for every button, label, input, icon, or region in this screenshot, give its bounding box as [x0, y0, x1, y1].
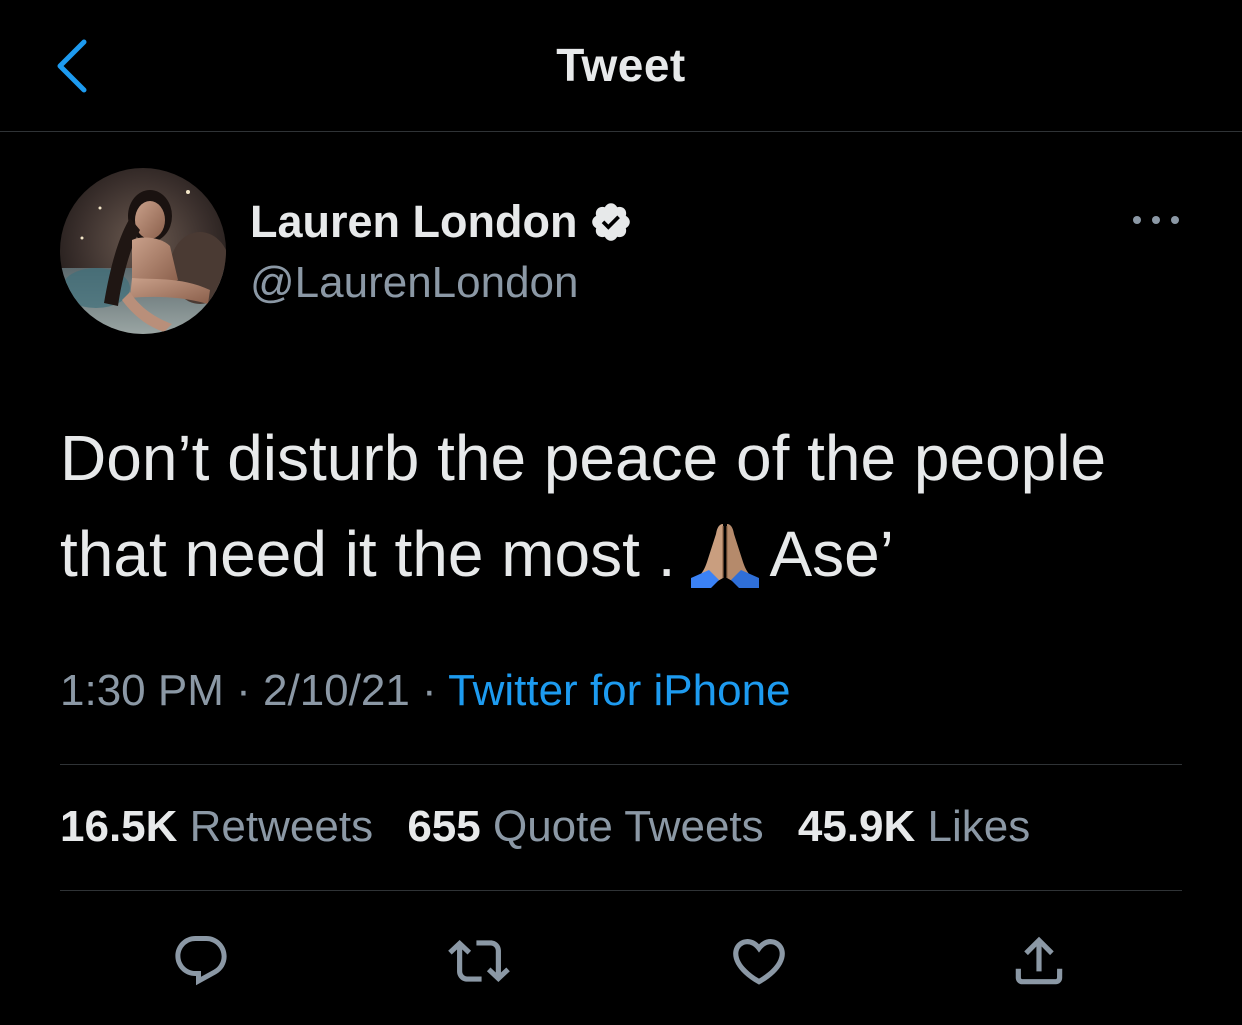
retweets-label: Retweets [189, 802, 374, 851]
avatar-photo [60, 168, 226, 334]
quote-tweets-label: Quote Tweets [492, 802, 764, 851]
folded-hands-emoji [691, 524, 760, 588]
retweet-icon [448, 940, 510, 982]
tweet-text: Don’t disturb the peace of the people th… [60, 410, 1190, 602]
retweets-count: 16.5K [60, 802, 178, 851]
top-navigation-bar: Tweet [0, 0, 1242, 132]
avatar[interactable] [60, 168, 226, 334]
meta-separator: · [422, 666, 437, 715]
likes-stat[interactable]: 45.9K Likes [798, 802, 1030, 852]
more-options-button[interactable] [1126, 202, 1186, 238]
reply-icon [175, 936, 227, 986]
retweets-stat[interactable]: 16.5K Retweets [60, 802, 373, 852]
likes-label: Likes [927, 802, 1031, 851]
tweet-stats: 16.5K Retweets 655 Quote Tweets 45.9K Li… [60, 802, 1052, 852]
tweet-text-line-2-start: that need it the most . [60, 518, 676, 590]
quote-tweets-count: 655 [407, 802, 481, 851]
tweet-time: 1:30 PM [60, 666, 224, 715]
author-handle[interactable]: @LaurenLondon [250, 258, 579, 308]
tweet-meta: 1:30 PM · 2/10/21 · Twitter for iPhone [60, 666, 791, 716]
like-button[interactable] [726, 928, 792, 994]
tweet-source-link[interactable]: Twitter for iPhone [448, 666, 790, 715]
tweet-text-line-1: Don’t disturb the peace of the people [60, 422, 1107, 494]
likes-count: 45.9K [797, 802, 916, 851]
tweet-text-line-2-end: Ase’ [769, 518, 894, 590]
divider [60, 890, 1182, 891]
divider [60, 764, 1182, 765]
verified-badge-icon [592, 203, 631, 241]
author-name-row[interactable]: Lauren London [250, 196, 633, 248]
page-title: Tweet [556, 39, 686, 91]
more-horizontal-icon [1133, 216, 1179, 224]
reply-button[interactable] [168, 928, 234, 994]
tweet-date: 2/10/21 [263, 666, 410, 715]
retweet-button[interactable] [446, 928, 512, 994]
heart-icon [733, 939, 785, 985]
author-name: Lauren London [250, 196, 578, 247]
share-button[interactable] [1006, 928, 1072, 994]
quote-tweets-stat[interactable]: 655 Quote Tweets [407, 802, 763, 852]
share-icon [1015, 936, 1063, 985]
meta-separator: · [236, 666, 251, 715]
tweet-text-line-2: that need it the most . Ase’ [60, 506, 1190, 602]
